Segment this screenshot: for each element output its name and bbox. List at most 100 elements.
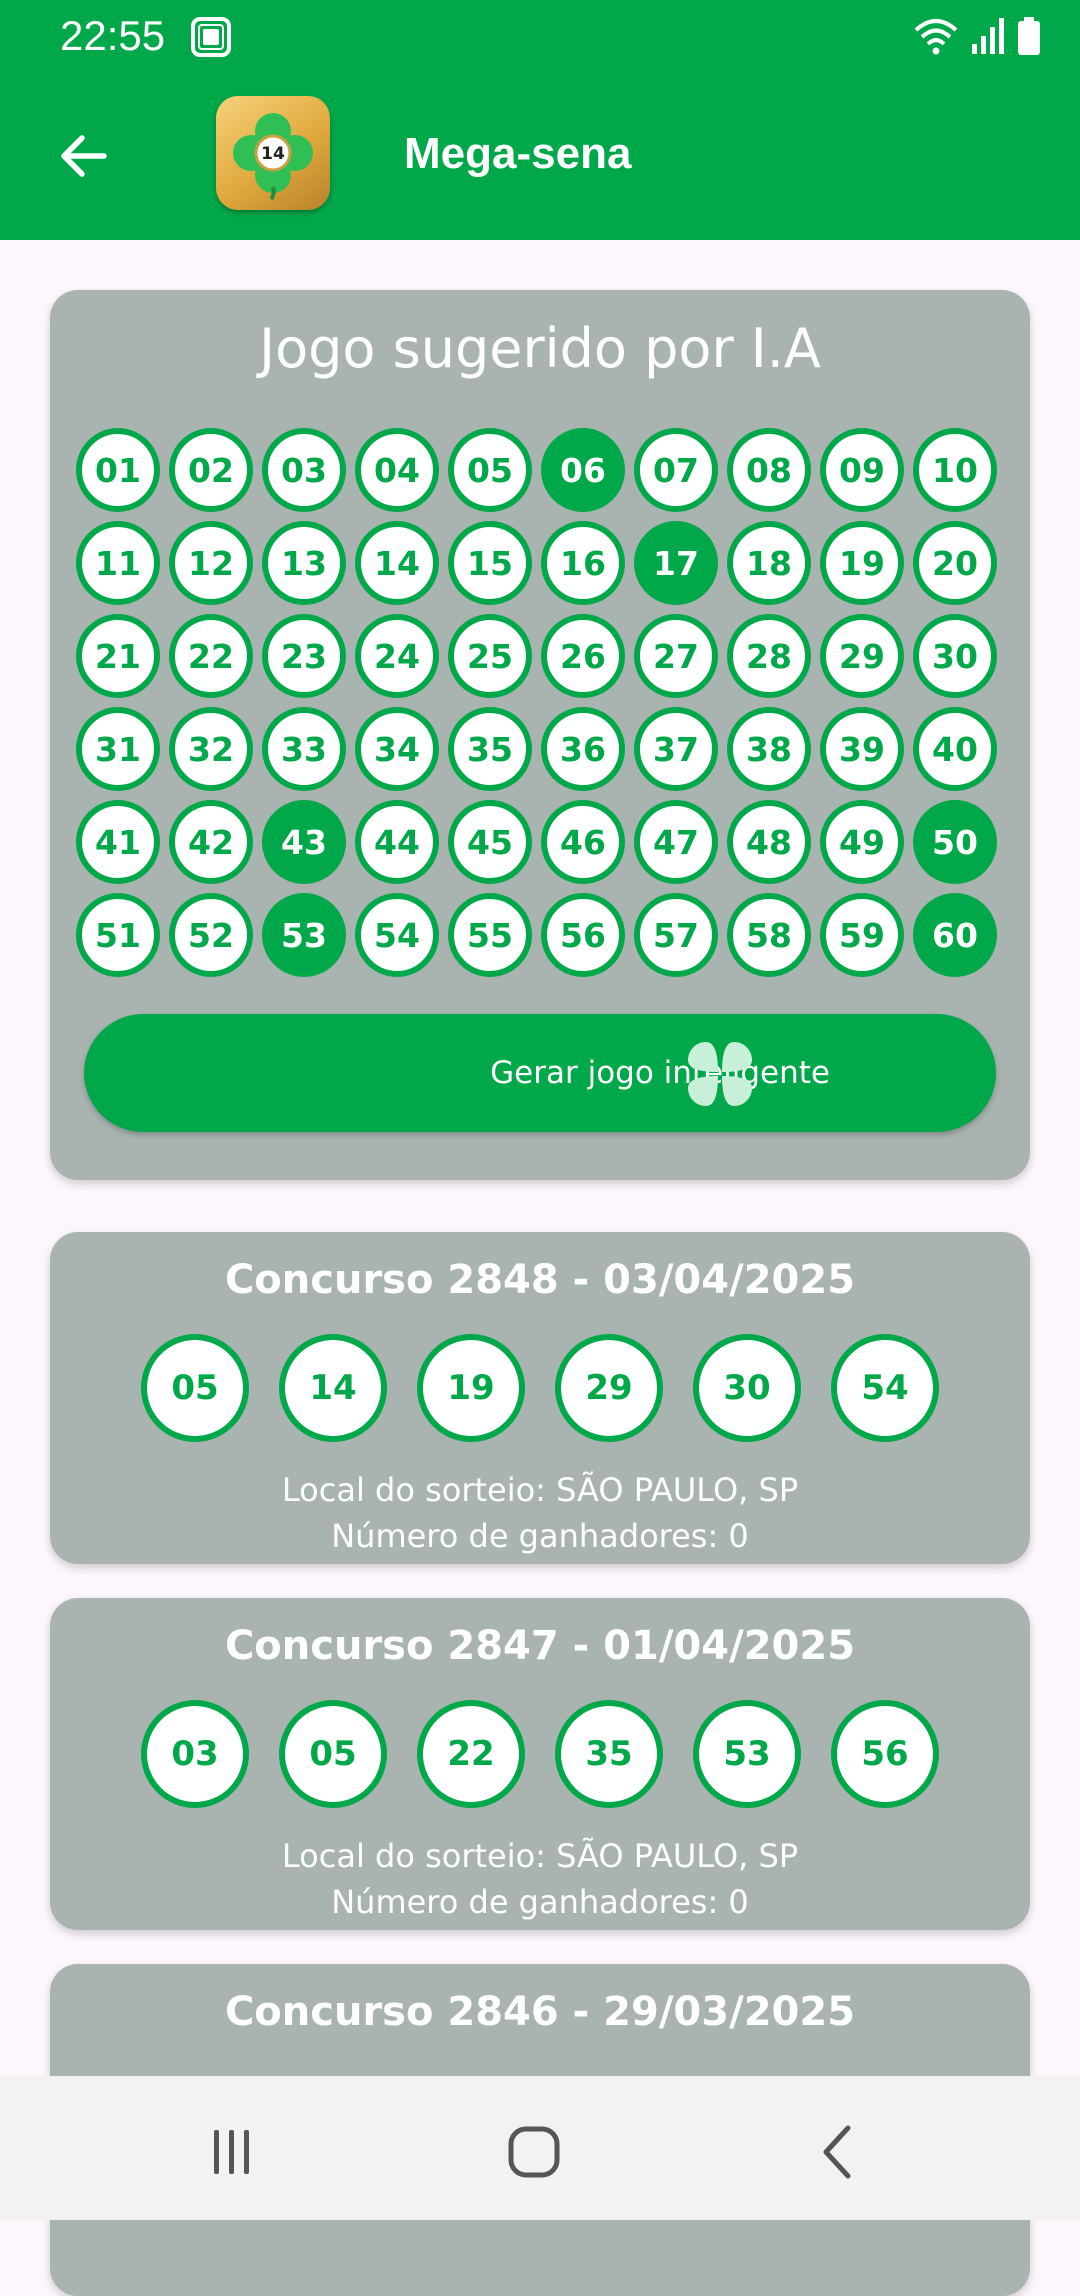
number-ball[interactable]: 52 (169, 893, 253, 977)
number-ball[interactable]: 01 (76, 428, 160, 512)
arrow-left-icon (61, 135, 107, 177)
number-ball[interactable]: 27 (634, 614, 718, 698)
number-ball[interactable]: 08 (727, 428, 811, 512)
number-ball[interactable]: 05 (448, 428, 532, 512)
system-back-button[interactable] (798, 2112, 878, 2192)
number-ball[interactable]: 07 (634, 428, 718, 512)
draw-winners: Número de ganhadores: 0 (331, 1517, 749, 1555)
number-ball[interactable]: 13 (262, 521, 346, 605)
number-ball[interactable]: 31 (76, 707, 160, 791)
number-ball[interactable]: 38 (727, 707, 811, 791)
drawn-number-ball: 54 (831, 1334, 939, 1442)
number-ball[interactable]: 50 (913, 800, 997, 884)
back-button[interactable] (50, 122, 118, 190)
number-ball[interactable]: 29 (820, 614, 904, 698)
draw-card: Concurso 2848 - 03/04/2025 05 14 19 29 30 54 … (50, 1232, 1030, 1564)
clover-logo-icon: 14 (233, 113, 313, 201)
battery-icon (1018, 17, 1040, 55)
number-ball[interactable]: 58 (727, 893, 811, 977)
number-ball[interactable]: 39 (820, 707, 904, 791)
home-button[interactable] (494, 2112, 574, 2192)
number-ball[interactable]: 19 (820, 521, 904, 605)
number-ball[interactable]: 37 (634, 707, 718, 791)
number-ball[interactable]: 15 (448, 521, 532, 605)
draw-card: Concurso 2847 - 01/04/2025 03 05 22 35 53 56 … (50, 1598, 1030, 1930)
drawn-number-ball: 35 (555, 1700, 663, 1808)
drawn-number-ball: 56 (831, 1700, 939, 1808)
number-ball[interactable]: 14 (355, 521, 439, 605)
draw-location: Local do sorteio: SÃO PAULO, SP (281, 1837, 799, 1875)
number-ball[interactable]: 26 (541, 614, 625, 698)
app-bar: 14 Mega-sena (0, 72, 1080, 240)
number-ball[interactable]: 49 (820, 800, 904, 884)
draw-title: Concurso 2848 - 03/04/2025 (224, 1257, 856, 1303)
home-icon (508, 2126, 560, 2178)
number-ball[interactable]: 54 (355, 893, 439, 977)
drawn-number-ball: 05 (141, 1334, 249, 1442)
number-ball[interactable]: 28 (727, 614, 811, 698)
number-ball[interactable]: 03 (262, 428, 346, 512)
number-ball[interactable]: 59 (820, 893, 904, 977)
number-ball[interactable]: 56 (541, 893, 625, 977)
status-bar: 22:55 (0, 0, 1080, 72)
number-ball[interactable]: 23 (262, 614, 346, 698)
number-ball[interactable]: 11 (76, 521, 160, 605)
number-ball[interactable]: 20 (913, 521, 997, 605)
signal-icon (972, 18, 1004, 54)
number-ball[interactable]: 48 (727, 800, 811, 884)
number-ball[interactable]: 33 (262, 707, 346, 791)
number-ball[interactable]: 57 (634, 893, 718, 977)
number-ball[interactable]: 02 (169, 428, 253, 512)
ai-card-title: Jogo sugerido por I.A (259, 317, 821, 380)
number-ball[interactable]: 40 (913, 707, 997, 791)
number-ball[interactable]: 25 (448, 614, 532, 698)
drawn-number-ball: 14 (279, 1334, 387, 1442)
number-ball[interactable]: 30 (913, 614, 997, 698)
logo-ball-number: 14 (261, 144, 285, 164)
number-ball[interactable]: 32 (169, 707, 253, 791)
number-ball[interactable]: 12 (169, 521, 253, 605)
number-ball[interactable]: 53 (262, 893, 346, 977)
number-ball[interactable]: 42 (169, 800, 253, 884)
four-leaf-clover-icon (688, 1042, 752, 1106)
number-ball[interactable]: 55 (448, 893, 532, 977)
number-ball[interactable]: 51 (76, 893, 160, 977)
number-ball[interactable]: 45 (448, 800, 532, 884)
number-grid: 01 02 03 04 05 06 07 08 09 10 11 12 13 14 15 16 17 18 19 20… (76, 428, 1002, 977)
drawn-number-ball: 22 (417, 1700, 525, 1808)
number-ball[interactable]: 22 (169, 614, 253, 698)
drawn-number-ball: 03 (141, 1700, 249, 1808)
draw-numbers: 05 14 19 29 30 54 (50, 1334, 1030, 1442)
screenshot-icon (191, 17, 231, 57)
number-ball[interactable]: 46 (541, 800, 625, 884)
generate-smart-game-button[interactable]: Gerar jogo inteligente (84, 1014, 996, 1132)
number-ball[interactable]: 47 (634, 800, 718, 884)
number-ball[interactable]: 09 (820, 428, 904, 512)
number-ball[interactable]: 36 (541, 707, 625, 791)
number-ball[interactable]: 34 (355, 707, 439, 791)
number-ball[interactable]: 41 (76, 800, 160, 884)
status-icons (912, 14, 1042, 58)
number-ball[interactable]: 17 (634, 521, 718, 605)
number-ball[interactable]: 44 (355, 800, 439, 884)
drawn-number-ball: 29 (555, 1334, 663, 1442)
number-ball[interactable]: 24 (355, 614, 439, 698)
number-ball[interactable]: 60 (913, 893, 997, 977)
number-ball[interactable]: 21 (76, 614, 160, 698)
drawn-number-ball: 19 (417, 1334, 525, 1442)
recent-apps-button[interactable] (192, 2112, 272, 2192)
draw-winners: Número de ganhadores: 0 (331, 1883, 749, 1921)
number-ball[interactable]: 35 (448, 707, 532, 791)
system-nav-bar (0, 2076, 1080, 2220)
recent-apps-icon (214, 2130, 249, 2174)
number-ball[interactable]: 06 (541, 428, 625, 512)
number-ball[interactable]: 10 (913, 428, 997, 512)
number-ball[interactable]: 18 (727, 521, 811, 605)
draw-title: Concurso 2847 - 01/04/2025 (224, 1623, 856, 1669)
number-ball[interactable]: 16 (541, 521, 625, 605)
draw-location: Local do sorteio: SÃO PAULO, SP (281, 1471, 799, 1509)
back-chevron-icon (823, 2125, 851, 2179)
number-ball[interactable]: 43 (262, 800, 346, 884)
app-logo: 14 (216, 96, 330, 210)
number-ball[interactable]: 04 (355, 428, 439, 512)
